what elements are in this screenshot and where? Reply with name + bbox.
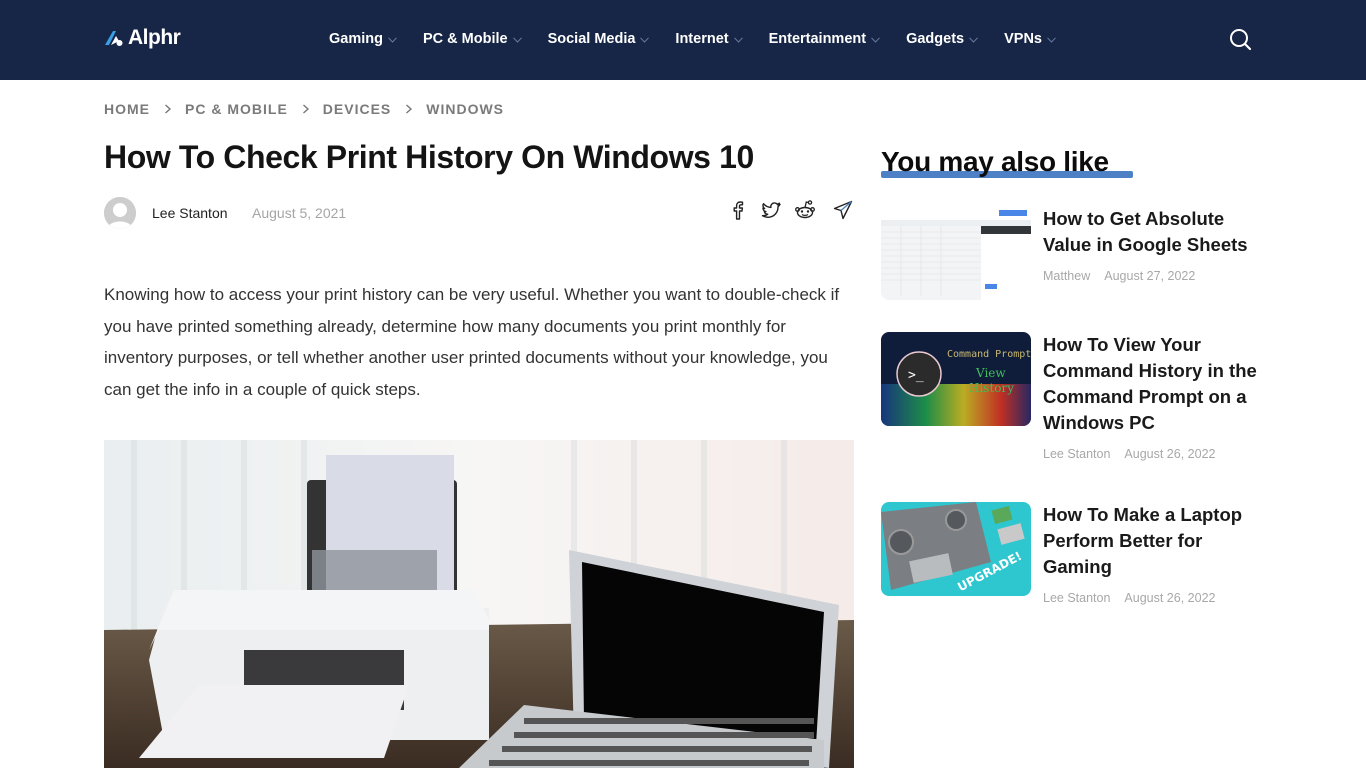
chevron-down-icon	[388, 37, 397, 43]
reddit-icon[interactable]	[794, 199, 816, 221]
sidebar-heading: You may also like	[881, 146, 1133, 178]
card-meta: Matthew August 27, 2022	[1043, 269, 1195, 283]
chevron-down-icon	[1047, 37, 1056, 43]
card-title[interactable]: How to Get Absolute Value in Google Shee…	[1043, 206, 1263, 258]
telegram-icon[interactable]	[832, 199, 854, 221]
chevron-right-icon	[165, 104, 172, 114]
publish-date: August 5, 2021	[252, 205, 347, 221]
nav-label: Entertainment	[768, 31, 867, 47]
site-header: Alphr Gaming PC & Mobile Social Media In…	[0, 0, 1366, 80]
svg-text:History: History	[969, 381, 1014, 395]
nav-item-social-media[interactable]: Social Media	[548, 31, 650, 47]
chevron-down-icon	[969, 37, 978, 43]
related-article-card[interactable]: UPGRADE! How To Make a Laptop Perform Be…	[881, 502, 1261, 612]
related-article-card[interactable]: How to Get Absolute Value in Google Shee…	[881, 206, 1261, 306]
laptop-upgrade-thumbnail-image: UPGRADE!	[881, 502, 1031, 596]
breadcrumb-pc-mobile[interactable]: PC & MOBILE	[185, 101, 288, 117]
nav-item-vpns[interactable]: VPNs	[1004, 31, 1056, 47]
chevron-down-icon	[512, 37, 522, 43]
nav-item-internet[interactable]: Internet	[675, 31, 743, 47]
author-name[interactable]: Lee Stanton	[152, 205, 228, 221]
breadcrumb-windows[interactable]: WINDOWS	[426, 101, 504, 117]
card-author[interactable]: Lee Stanton	[1043, 591, 1110, 605]
chevron-down-icon	[733, 37, 743, 43]
author-avatar[interactable]	[104, 197, 136, 229]
facebook-icon[interactable]	[727, 199, 749, 221]
card-title[interactable]: How To Make a Laptop Perform Better for …	[1043, 502, 1263, 580]
svg-text:>_: >_	[908, 368, 924, 383]
printer-laptop-illustration	[104, 440, 854, 768]
card-thumbnail[interactable]	[881, 206, 1031, 300]
sidebar-title: You may also like	[881, 146, 1109, 177]
nav-item-pc-mobile[interactable]: PC & Mobile	[423, 31, 522, 47]
card-author[interactable]: Matthew	[1043, 269, 1090, 283]
related-article-card[interactable]: >_ Command Prompt View History How To Vi…	[881, 332, 1261, 472]
main-nav: Gaming PC & Mobile Social Media Internet…	[329, 28, 1082, 50]
article-title: How To Check Print History On Windows 10	[104, 139, 754, 175]
nav-label: Social Media	[547, 31, 636, 47]
nav-item-gaming[interactable]: Gaming	[329, 31, 397, 47]
article-hero-image	[104, 440, 854, 768]
card-date: August 26, 2022	[1124, 447, 1216, 461]
spreadsheet-thumbnail-image	[881, 206, 1031, 300]
chevron-right-icon	[302, 104, 309, 114]
alphr-logo-icon	[105, 31, 123, 46]
card-title[interactable]: How To View Your Command History in the …	[1043, 332, 1263, 436]
logo-text: Alphr	[128, 26, 181, 49]
chevron-right-icon	[406, 104, 413, 114]
breadcrumb: HOME PC & MOBILE DEVICES WINDOWS	[104, 101, 504, 117]
chevron-down-icon	[640, 37, 650, 43]
breadcrumb-devices[interactable]: DEVICES	[323, 101, 391, 117]
svg-text:View: View	[975, 366, 1006, 380]
site-logo[interactable]: Alphr	[104, 26, 181, 50]
nav-label: Internet	[675, 31, 729, 47]
nav-label: PC & Mobile	[422, 31, 508, 47]
card-thumbnail[interactable]: UPGRADE!	[881, 502, 1031, 596]
card-thumbnail[interactable]: >_ Command Prompt View History	[881, 332, 1031, 426]
card-date: August 27, 2022	[1104, 269, 1196, 283]
command-prompt-thumbnail-image: >_ Command Prompt View History	[881, 332, 1031, 426]
nav-label: Gaming	[329, 31, 383, 47]
nav-item-entertainment[interactable]: Entertainment	[769, 31, 881, 47]
chevron-down-icon	[871, 37, 880, 43]
user-placeholder-icon	[104, 197, 136, 229]
nav-item-gadgets[interactable]: Gadgets	[906, 31, 978, 47]
search-icon[interactable]	[1228, 27, 1252, 51]
card-meta: Lee Stanton August 26, 2022	[1043, 591, 1215, 605]
nav-label: Gadgets	[906, 31, 965, 47]
card-meta: Lee Stanton August 26, 2022	[1043, 447, 1215, 461]
article-lead-paragraph: Knowing how to access your print history…	[104, 285, 840, 399]
card-date: August 26, 2022	[1124, 591, 1216, 605]
nav-label: VPNs	[1004, 31, 1042, 47]
card-author[interactable]: Lee Stanton	[1043, 447, 1110, 461]
svg-text:Command Prompt: Command Prompt	[947, 349, 1031, 360]
breadcrumb-home[interactable]: HOME	[104, 101, 150, 117]
twitter-icon[interactable]	[760, 199, 782, 221]
